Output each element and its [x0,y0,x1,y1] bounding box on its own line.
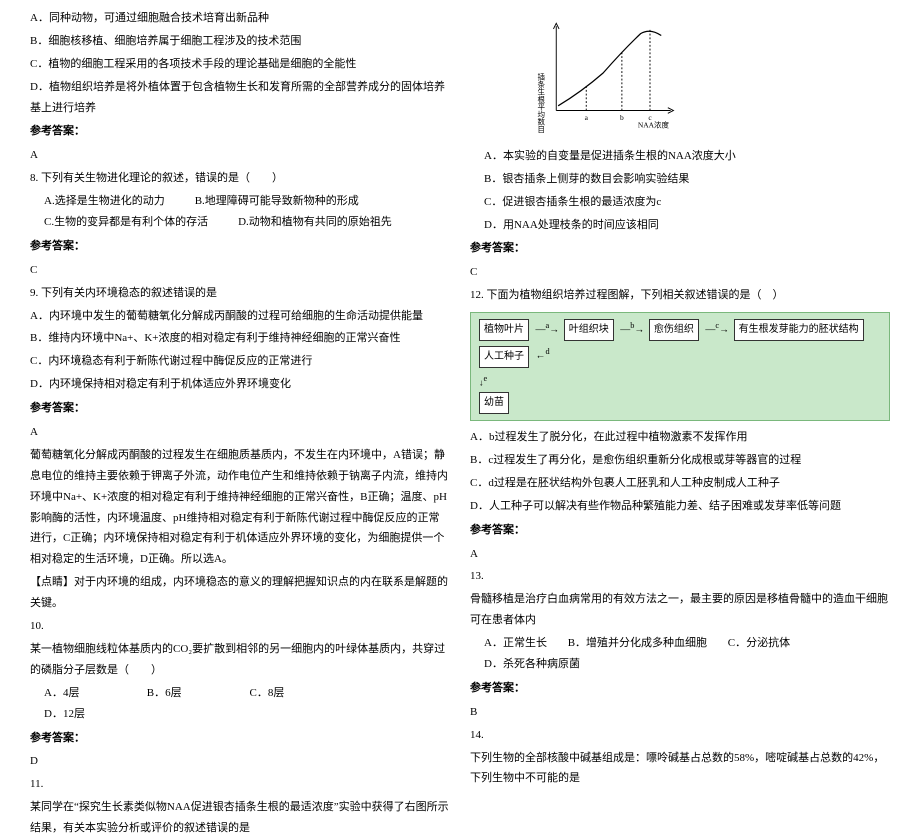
flow-b: 叶组织块 [564,319,614,341]
q9-answer: A [30,422,450,443]
flow-f: 幼苗 [479,392,509,414]
q9-explanation-1: 葡萄糖氧化分解成丙酮酸的过程发生在细胞质基质内，不发生在内环境中，A错误；静息电… [30,445,450,570]
q13-options: A．正常生长 B．增殖并分化成多种血细胞 C．分泌抗体 D．杀死各种病原菌 [470,633,890,675]
arrow-icon: —c→ [705,319,729,339]
arrow-icon: ←d [536,345,550,365]
answer-label: 参考答案： [470,238,890,259]
q12-flow-diagram: 植物叶片 —a→ 叶组织块 —b→ 愈伤组织 —c→ 有生根发芽能力的胚状结构 … [470,312,890,421]
q7-answer: A [30,145,450,166]
q10-option-b: B．6层 [147,683,247,704]
q13-num: 13. [470,566,890,587]
q12-option-c: C．d过程是在胚状结构外包裹人工胚乳和人工种皮制成人工种子 [470,473,890,494]
q9-stem: 9. 下列有关内环境稳态的叙述错误的是 [30,283,450,304]
q12-option-a: A．b过程发生了脱分化，在此过程中植物激素不发挥作用 [470,427,890,448]
q11-option-c: C．促进银杏插条生根的最适浓度为c [470,192,890,213]
q10-option-a: A．4层 [44,683,144,704]
q8-option-c: C.生物的变异都是有利个体的存活 [44,212,208,233]
answer-label: 参考答案： [30,398,450,419]
svg-text:a: a [585,113,589,122]
q12-option-b: B．c过程发生了再分化，是愈伤组织重新分化成根或芽等器官的过程 [470,450,890,471]
flow-d: 有生根发芽能力的胚状结构 [734,319,864,341]
flow-a: 植物叶片 [479,319,529,341]
q7-option-b: B．细胞核移植、细胞培养属于细胞工程涉及的技术范围 [30,31,450,52]
answer-label: 参考答案： [470,520,890,541]
svg-text:NAA浓度: NAA浓度 [638,119,670,129]
naa-chart: a b c 插条生根平均数目 NAA浓度 [530,13,680,133]
q10-option-d: D．12层 [44,704,144,725]
q14-num: 14. [470,725,890,746]
q9-option-a: A．内环境中发生的葡萄糖氧化分解成丙酮酸的过程可给细胞的生命活动提供能量 [30,306,450,327]
q14-stem: 下列生物的全部核酸中碱基组成是：嘌呤碱基占总数的58%，嘧啶碱基占总数的42%，… [470,748,890,790]
q8-answer: C [30,260,450,281]
svg-text:插条生根平均数目: 插条生根平均数目 [537,72,546,133]
answer-label: 参考答案： [30,236,450,257]
q10-options: A．4层 B．6层 C．8层 D．12层 [30,683,450,725]
left-column: A．同种动物，可通过细胞融合技术培育出新品种 B．细胞核移植、细胞培养属于细胞工… [20,8,460,643]
q9-option-b: B．维持内环境中Na+、K+浓度的相对稳定有利于维持神经细胞的正常兴奋性 [30,328,450,349]
q8-option-a: A.选择是生物进化的动力 [44,191,165,212]
answer-label: 参考答案： [470,678,890,699]
answer-label: 参考答案： [30,121,450,142]
q10-option-c: C．8层 [250,683,350,704]
q12-answer: A [470,544,890,565]
q8-option-b: B.地理障碍可能导致新物种的形成 [195,191,359,212]
svg-text:b: b [620,113,624,122]
right-column: a b c 插条生根平均数目 NAA浓度 A．本实验的自变量是促进插条生根的NA… [460,8,900,643]
q8-option-d: D.动物和植物有共同的原始祖先 [238,212,392,233]
q9-option-d: D．内环境保持相对稳定有利于机体适应外界环境变化 [30,374,450,395]
q9-option-c: C．内环境稳态有利于新陈代谢过程中酶促反应的正常进行 [30,351,450,372]
q7-option-a: A．同种动物，可通过细胞融合技术培育出新品种 [30,8,450,29]
q13-answer: B [470,702,890,723]
flow-c: 愈伤组织 [649,319,699,341]
flow-e: 人工种子 [479,346,529,368]
q10-stem: 某一植物细胞线粒体基质内的CO₂要扩散到相邻的另一细胞内的叶绿体基质内，共穿过的… [30,639,450,681]
q12-stem: 12. 下面为植物组织培养过程图解，下列相关叙述错误的是（ ） [470,285,890,306]
arrow-icon: —b→ [620,319,644,339]
q11-option-a: A．本实验的自变量是促进插条生根的NAA浓度大小 [470,146,890,167]
q10-answer: D [30,751,450,772]
q9-explanation-2: 【点睛】对于内环境的组成，内环境稳态的意义的理解把握知识点的内在联系是解题的关键… [30,572,450,614]
q11-option-b: B．银杏插条上侧芽的数目会影响实验结果 [470,169,890,190]
q11-num: 11. [30,774,450,795]
q8-row1: A.选择是生物进化的动力 B.地理障碍可能导致新物种的形成 [30,191,450,212]
arrow-icon: —a→ [536,319,560,339]
q11-answer: C [470,262,890,283]
q11-option-d: D．用NAA处理枝条的时间应该相同 [470,215,890,236]
q11-stem: 某同学在“探究生长素类似物NAA促进银杏插条生根的最适浓度”实验中获得了右图所示… [30,797,450,839]
q7-option-d: D．植物组织培养是将外植体置于包含植物生长和发育所需的全部营养成分的固体培养基上… [30,77,450,119]
q13-option-d: D．杀死各种病原菌 [484,654,580,675]
q12-option-d: D．人工种子可以解决有些作物品种繁殖能力差、结子困难或发芽率低等问题 [470,496,890,517]
q8-stem: 8. 下列有关生物进化理论的叙述，错误的是（ ） [30,168,450,189]
q13-stem: 骨髓移植是治疗白血病常用的有效方法之一，最主要的原因是移植骨髓中的造血干细胞可在… [470,589,890,631]
answer-label: 参考答案： [30,728,450,749]
q10-num: 10. [30,616,450,637]
q7-option-c: C．植物的细胞工程采用的各项技术手段的理论基础是细胞的全能性 [30,54,450,75]
q8-row2: C.生物的变异都是有利个体的存活 D.动物和植物有共同的原始祖先 [30,212,450,233]
